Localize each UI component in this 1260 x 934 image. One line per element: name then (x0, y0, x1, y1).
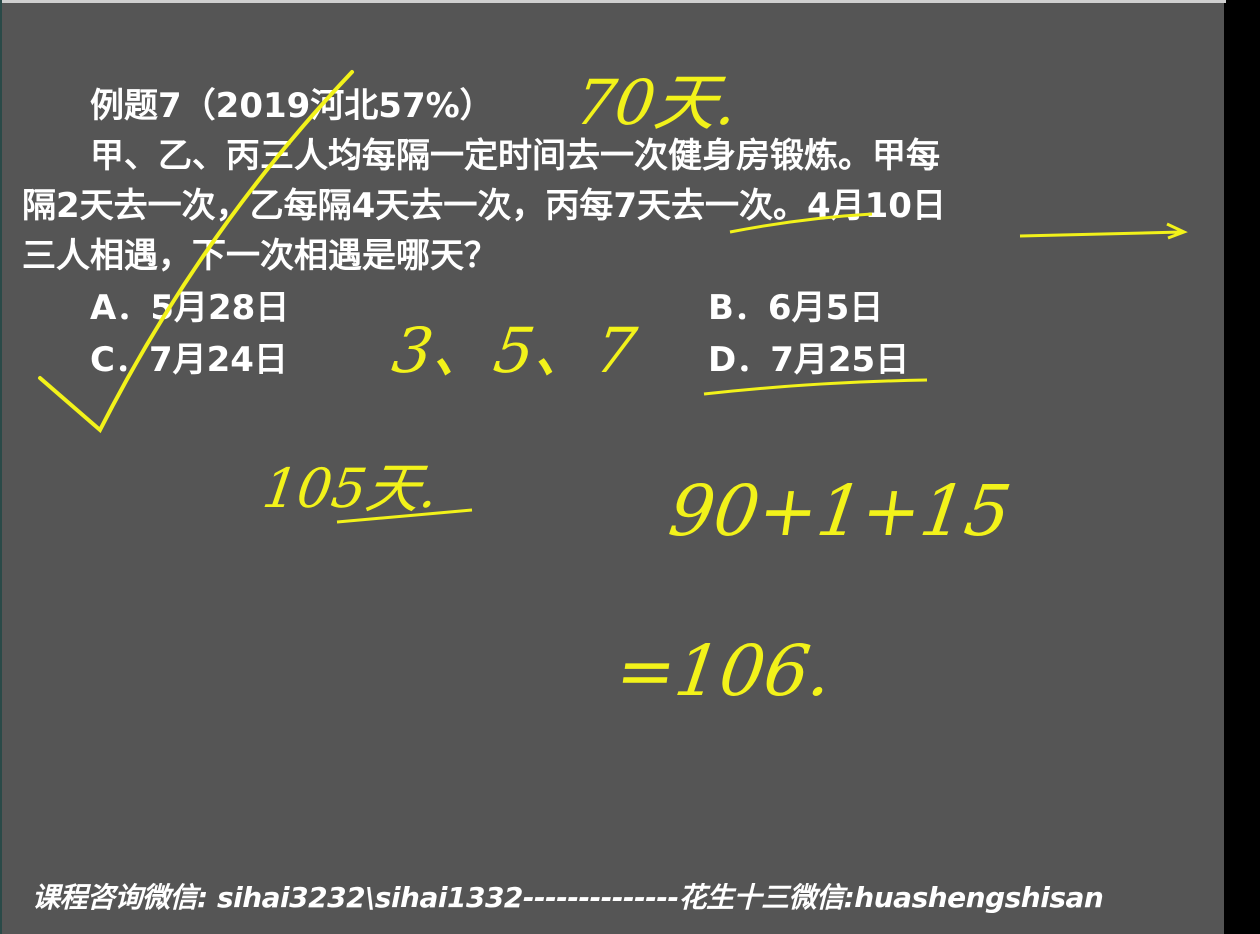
footer-contact: 课程咨询微信: sihai3232\sihai1332-------------… (32, 881, 1104, 914)
underline-april-10-arrow (1019, 222, 1188, 240)
underline-option-d (703, 378, 928, 396)
check-mark (38, 70, 354, 434)
slide: 例题7（2019河北57%） 甲、乙、丙三人均每隔一定时间去一次健身房锻炼。甲每… (0, 0, 1226, 934)
underline-every-7-days (729, 212, 873, 234)
ink-strokes (38, 70, 1188, 524)
underline-lcm (336, 508, 473, 524)
